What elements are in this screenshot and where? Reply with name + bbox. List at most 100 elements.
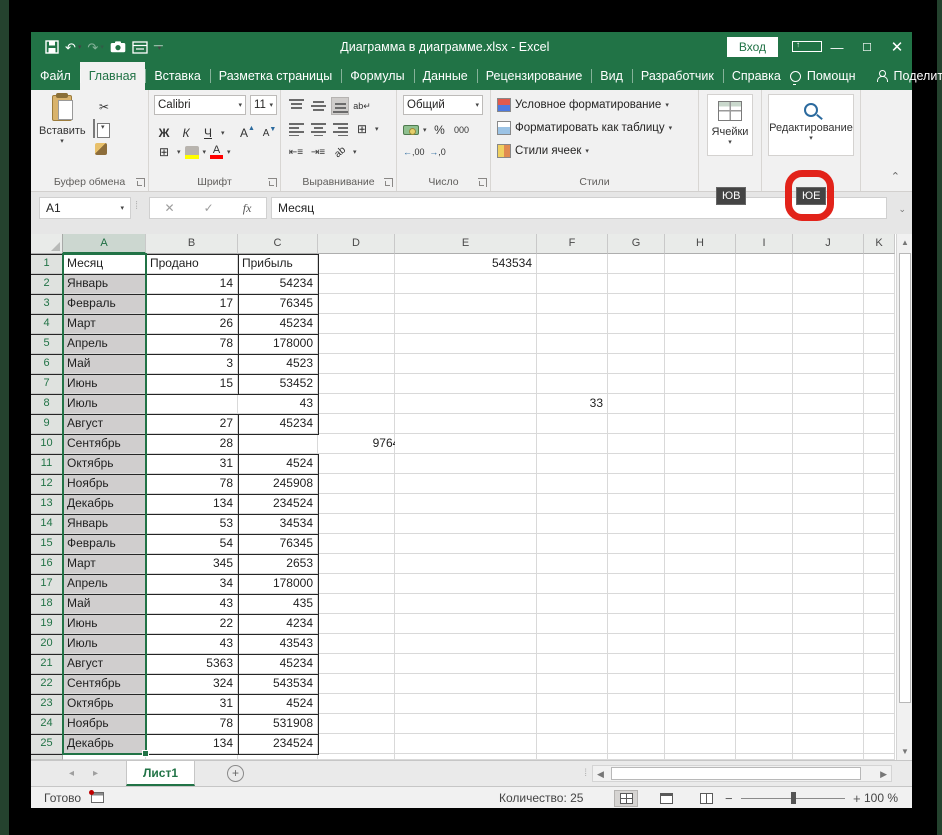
cell-J22[interactable] (793, 674, 864, 694)
cell-F11[interactable] (537, 454, 608, 474)
row-header-9[interactable]: 9 (31, 414, 63, 434)
cell-H4[interactable] (665, 314, 736, 334)
cell-G15[interactable] (608, 534, 665, 554)
cell-F19[interactable] (537, 614, 608, 634)
tab-data[interactable]: Данные (414, 62, 477, 90)
cell-A6[interactable]: Май (63, 354, 146, 374)
cell-A10[interactable]: Сентябрь (63, 434, 146, 454)
sheet-tab-list1[interactable]: Лист1 (126, 761, 195, 786)
cell-G8[interactable] (608, 394, 665, 414)
cell-J21[interactable] (793, 654, 864, 674)
cell-B24[interactable]: 78 (146, 714, 238, 734)
column-header-D[interactable]: D (318, 234, 395, 254)
cell-A19[interactable]: Июнь (63, 614, 146, 634)
cell-E11[interactable] (395, 454, 537, 474)
number-format-combo[interactable]: Общий▾ (403, 95, 483, 115)
cell-H6[interactable] (665, 354, 736, 374)
cell-C9[interactable]: 45234 (238, 414, 318, 434)
number-dialog-launcher[interactable] (478, 178, 487, 187)
cell-A3[interactable]: Февраль (63, 294, 146, 314)
cell-A22[interactable]: Сентябрь (63, 674, 146, 694)
cell-I1[interactable] (736, 254, 793, 274)
row-header-17[interactable]: 17 (31, 574, 63, 594)
cell-G23[interactable] (608, 694, 665, 714)
cell-C15[interactable]: 76345 (238, 534, 318, 554)
cell-I25[interactable] (736, 734, 793, 754)
cell-J20[interactable] (793, 634, 864, 654)
cell-H24[interactable] (665, 714, 736, 734)
cell-C13[interactable]: 234524 (238, 494, 318, 514)
cell-G1[interactable] (608, 254, 665, 274)
cell-H5[interactable] (665, 334, 736, 354)
cell-A2[interactable]: Январь (63, 274, 146, 294)
column-header-I[interactable]: I (736, 234, 793, 254)
fill-color-button[interactable] (185, 146, 199, 159)
tab-formulas[interactable]: Формулы (341, 62, 413, 90)
cell-D23[interactable] (318, 694, 395, 714)
row-header-16[interactable]: 16 (31, 554, 63, 574)
cell-D19[interactable] (318, 614, 395, 634)
cell-D5[interactable] (318, 334, 395, 354)
cell-A9[interactable]: Август (63, 414, 146, 434)
tab-home[interactable]: Главная (80, 62, 146, 90)
redo-dropdown-icon[interactable]: ▾ (100, 44, 104, 51)
cell-C1[interactable]: Прибыль (238, 254, 318, 274)
minimize-button[interactable]: — (822, 40, 852, 55)
cell-E21[interactable] (395, 654, 537, 674)
cell-D22[interactable] (318, 674, 395, 694)
cell-H17[interactable] (665, 574, 736, 594)
cells-button[interactable]: Ячейки ▾ (707, 94, 753, 156)
cell-H3[interactable] (665, 294, 736, 314)
cell-D3[interactable] (318, 294, 395, 314)
column-header-B[interactable]: B (146, 234, 238, 254)
merge-dropdown-icon[interactable]: ▾ (375, 125, 379, 133)
row-header-23[interactable]: 23 (31, 694, 63, 714)
cell-G21[interactable] (608, 654, 665, 674)
paste-button[interactable]: Вставить ▾ (39, 95, 85, 145)
page-break-view-button[interactable] (694, 790, 718, 807)
row-header-4[interactable]: 4 (31, 314, 63, 334)
cell-K4[interactable] (864, 314, 895, 334)
cell-J18[interactable] (793, 594, 864, 614)
cell-D13[interactable] (318, 494, 395, 514)
undo-button[interactable]: ↶▾ (65, 41, 81, 54)
cell-A20[interactable]: Июль (63, 634, 146, 654)
cell-D12[interactable] (318, 474, 395, 494)
cell-H2[interactable] (665, 274, 736, 294)
copy-button[interactable]: ▾ (93, 120, 99, 138)
cell-J9[interactable] (793, 414, 864, 434)
page-layout-view-button[interactable] (654, 790, 678, 807)
cell-H15[interactable] (665, 534, 736, 554)
cell-H8[interactable] (665, 394, 736, 414)
cell-F5[interactable] (537, 334, 608, 354)
cell-E3[interactable] (395, 294, 537, 314)
cell-G24[interactable] (608, 714, 665, 734)
cell-J15[interactable] (793, 534, 864, 554)
cell-G18[interactable] (608, 594, 665, 614)
cell-F17[interactable] (537, 574, 608, 594)
cell-K24[interactable] (864, 714, 895, 734)
cell-C22[interactable]: 543534 (238, 674, 318, 694)
cell-H16[interactable] (665, 554, 736, 574)
cell-A25[interactable]: Декабрь (63, 734, 146, 754)
cell-A11[interactable]: Октябрь (63, 454, 146, 474)
cell-B16[interactable]: 345 (146, 554, 238, 574)
cell-J24[interactable] (793, 714, 864, 734)
cut-button[interactable]: ✂ (95, 98, 113, 116)
cell-H1[interactable] (665, 254, 736, 274)
cell-C11[interactable]: 4524 (238, 454, 318, 474)
cell-J19[interactable] (793, 614, 864, 634)
align-right-button[interactable] (331, 120, 349, 138)
cell-D9[interactable] (318, 414, 395, 434)
cell-F21[interactable] (537, 654, 608, 674)
cell-G3[interactable] (608, 294, 665, 314)
cell-E17[interactable] (395, 574, 537, 594)
cell-I20[interactable] (736, 634, 793, 654)
cell-D24[interactable] (318, 714, 395, 734)
horizontal-scroll-thumb[interactable] (611, 767, 861, 780)
cell-G11[interactable] (608, 454, 665, 474)
cell-J4[interactable] (793, 314, 864, 334)
cell-A15[interactable]: Февраль (63, 534, 146, 554)
merge-center-button[interactable]: ⊞ (353, 120, 371, 138)
cell-J11[interactable] (793, 454, 864, 474)
